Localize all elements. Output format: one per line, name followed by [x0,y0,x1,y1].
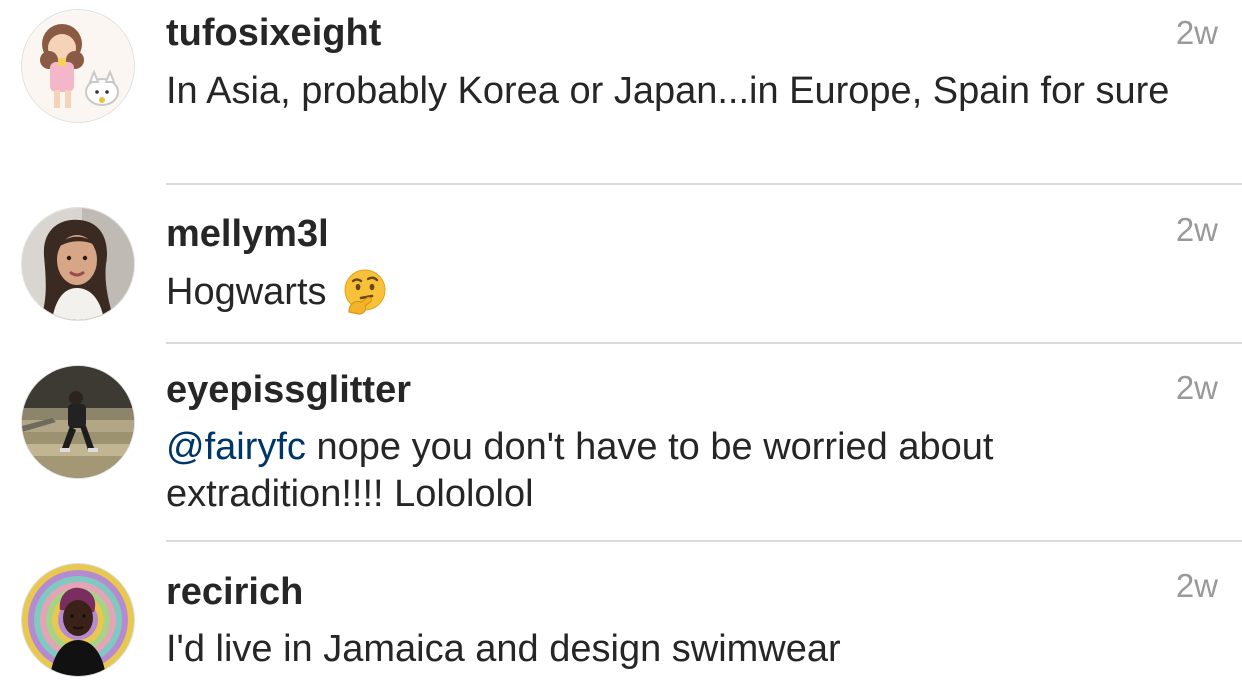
cartoon-girl-with-cat-avatar-icon [22,10,134,122]
comment-item: recirich 2w I'd live in Jamaica and desi… [0,542,1242,695]
woman-portrait-avatar-icon [22,208,134,320]
avatar[interactable] [22,208,134,320]
comment-text: I'd live in Jamaica and design swimwear [166,628,841,670]
comment-username[interactable]: mellym3l [166,212,329,256]
divider [166,183,1242,185]
comment-item: mellym3l 2w Hogwarts [0,186,1242,344]
avatar[interactable] [22,564,134,676]
comment-text-content: Hogwarts [166,271,327,313]
comment-username[interactable]: recirich [166,570,303,614]
avatar[interactable] [22,10,134,122]
comment-timestamp: 2w [1175,369,1218,406]
avatar[interactable] [22,366,134,478]
person-with-rainbow-background-avatar-icon [22,564,134,676]
comment-username[interactable]: eyepissglitter [166,368,411,412]
comment-item: tufosixeight 2w In Asia, probably Korea … [0,0,1242,186]
comment-timestamp: 2w [1175,211,1218,248]
comment-timestamp: 2w [1175,567,1218,604]
mention-link[interactable]: @fairyfc [166,426,306,468]
thinking-face-emoji-icon [344,269,386,315]
comment-item: eyepissglitter 2w @fairyfc nope you don'… [0,344,1242,542]
comment-username[interactable]: tufosixeight [166,11,381,55]
comment-timestamp: 2w [1175,14,1218,51]
comment-text: In Asia, probably Korea or Japan...in Eu… [166,70,1170,112]
comment-text: Hogwarts [166,268,1216,316]
comment-text: @fairyfc nope you don't have to be worri… [166,424,1216,518]
person-sitting-on-steps-avatar-icon [22,366,134,478]
